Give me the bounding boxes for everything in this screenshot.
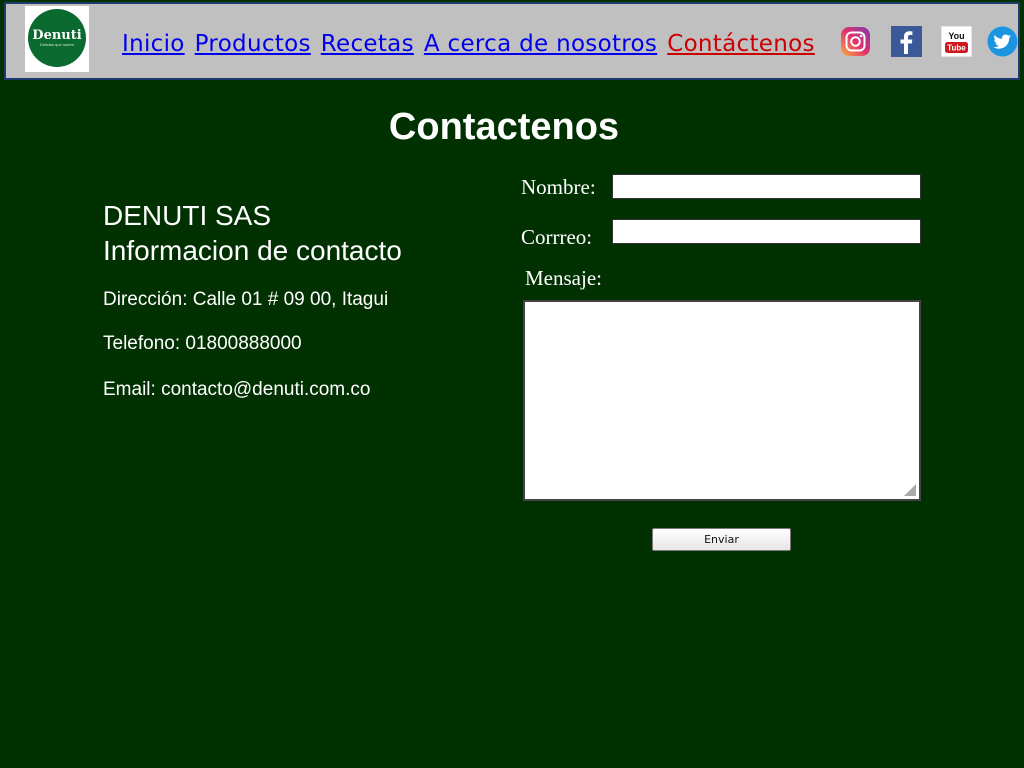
nav-link-recetas[interactable]: Recetas (321, 31, 414, 61)
logo-wordmark: Denuti (32, 28, 82, 43)
message-label: Mensaje: (525, 266, 602, 290)
message-textarea[interactable] (523, 300, 921, 501)
page-title: Contactenos (388, 106, 620, 148)
email-text: Email: contacto@denuti.com.co (103, 379, 371, 400)
phone-text: Telefono: 01800888000 (103, 333, 302, 354)
twitter-icon[interactable] (987, 26, 1018, 57)
youtube-icon-word-you: You (948, 31, 964, 41)
facebook-icon[interactable] (891, 26, 922, 57)
nav-link-nosotros[interactable]: A cerca de nosotros (424, 31, 657, 61)
nav-link-productos[interactable]: Productos (195, 31, 311, 61)
youtube-icon[interactable]: You Tube (941, 26, 972, 57)
nav-link-inicio[interactable]: Inicio (122, 31, 185, 61)
textarea-resize-handle[interactable] (904, 484, 916, 496)
main-nav: Inicio Productos Recetas A cerca de noso… (122, 31, 815, 61)
logo-tagline: Delicias que nutren (39, 42, 75, 47)
contact-info-panel: DENUTI SAS Informacion de contacto Direc… (103, 198, 402, 400)
denuti-logo[interactable]: Denuti Delicias que nutren (25, 6, 89, 72)
logo-badge: Denuti Delicias que nutren (28, 9, 86, 67)
name-field[interactable] (612, 174, 921, 199)
instagram-icon[interactable] (840, 26, 871, 57)
top-navigation-bar: Denuti Delicias que nutren Inicio Produc… (4, 2, 1020, 80)
company-name: DENUTI SAS (103, 200, 272, 231)
send-button[interactable]: Enviar (652, 528, 791, 551)
youtube-icon-word-tube: Tube (947, 44, 966, 53)
address-text: Dirección: Calle 01 # 09 00, Itagui (103, 289, 389, 310)
nav-link-contactenos[interactable]: Contáctenos (667, 31, 815, 61)
contact-info-heading: Informacion de contacto (103, 235, 402, 266)
name-label: Nombre: (521, 175, 596, 199)
email-label: Corrreo: (521, 225, 593, 249)
email-field[interactable] (612, 219, 921, 244)
